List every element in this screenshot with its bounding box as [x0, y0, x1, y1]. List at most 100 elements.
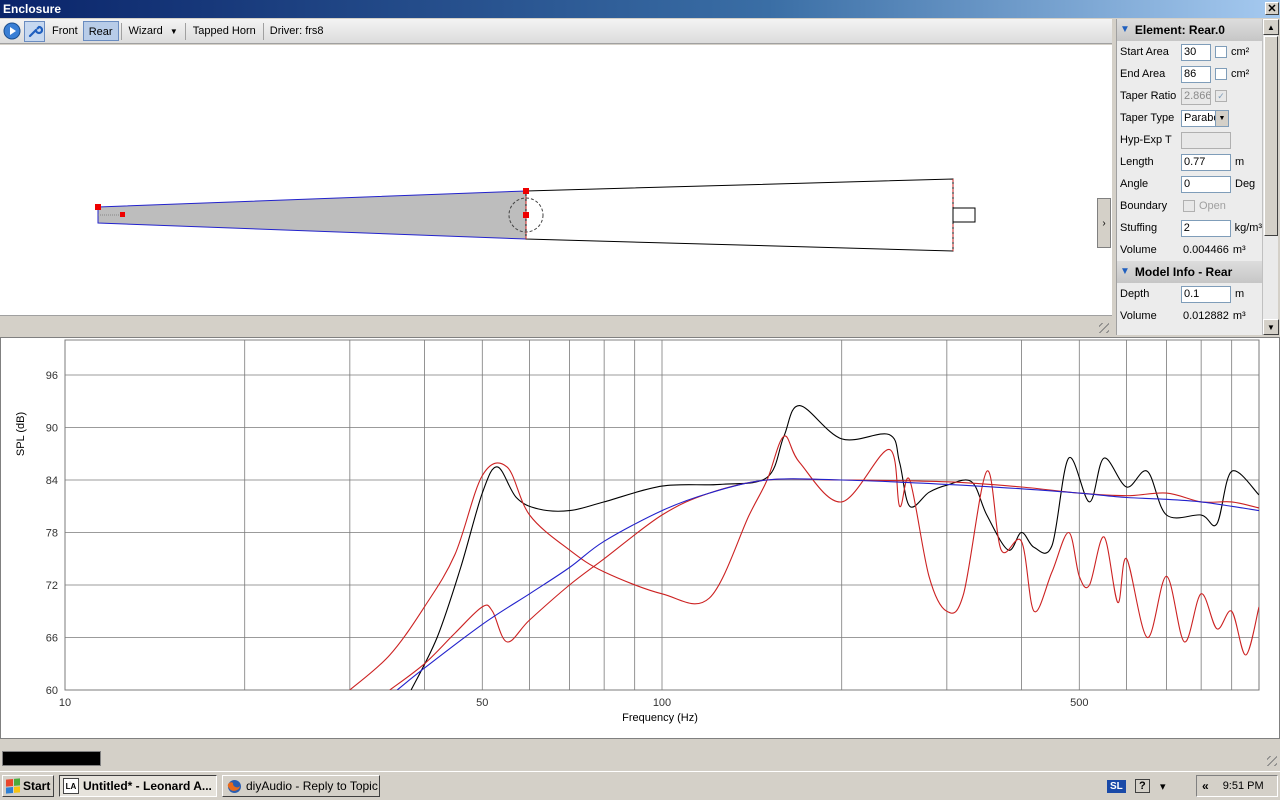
panel-splitter[interactable] — [0, 315, 1112, 335]
tray-expand-icon[interactable]: « — [1197, 779, 1217, 793]
port-stub — [952, 207, 976, 223]
taskbar-item-label: Untitled* - Leonard A... — [83, 779, 212, 793]
taskbar-item-label: diyAudio - Reply to Topic... — [246, 779, 380, 793]
x-tick-label: 50 — [476, 697, 488, 709]
play-icon[interactable] — [1, 21, 22, 42]
chevron-down-icon[interactable]: ▼ — [1215, 110, 1228, 126]
angle-input[interactable]: 0 — [1181, 175, 1231, 193]
end-center-handle[interactable] — [523, 212, 529, 218]
tapped-horn-button[interactable]: Tapped Horn — [188, 21, 261, 41]
start-area-checkbox[interactable] — [1215, 46, 1227, 58]
model-volume-row: Volume 0.012882 m³ — [1117, 305, 1262, 327]
close-icon[interactable]: ✕ — [1265, 2, 1279, 15]
collapse-triangle-icon: ▼ — [1120, 24, 1130, 35]
y-tick-label: 90 — [46, 423, 58, 435]
taper-type-select[interactable]: Parabolic ▼ — [1181, 109, 1229, 127]
status-bar — [0, 748, 1280, 770]
wizard-dropdown[interactable]: Wizard ▼ — [124, 21, 183, 41]
start-area-input[interactable]: 30 — [1181, 43, 1211, 61]
front-button[interactable]: Front — [47, 21, 83, 41]
stuffing-input[interactable]: 2 — [1180, 219, 1231, 237]
end-area-unit: cm² — [1231, 68, 1250, 80]
spl-chart: 6066727884909610 50 100 500 Frequency (Hz) … — [15, 339, 1260, 724]
scroll-down-icon[interactable]: ▼ — [1263, 319, 1279, 335]
start-area-row: Start Area 30 cm² — [1117, 41, 1262, 63]
collapse-panel-tab[interactable]: › — [1097, 198, 1111, 248]
stuffing-row: Stuffing 2 kg/m³ — [1117, 217, 1262, 239]
y-tick-label: 60 — [46, 685, 58, 697]
wrench-icon[interactable] — [24, 20, 45, 42]
progress-bar — [2, 751, 101, 766]
system-tray: « 9:51 PM — [1196, 775, 1278, 797]
x-tick-label: 10 — [59, 697, 71, 709]
chevron-down-icon: ▼ — [169, 27, 178, 36]
depth-label: Depth — [1120, 288, 1150, 300]
clock: 9:51 PM — [1222, 780, 1264, 792]
x-tick-label: 500 — [1070, 697, 1088, 709]
element-header-title: Element: Rear.0 — [1134, 23, 1225, 37]
spl-chart-panel[interactable]: 60 66 72 78 84 90 96 10 50 100 500 Frequency (Hz) … — [0, 337, 1280, 739]
rear-button[interactable]: Rear — [82, 21, 119, 41]
end-area-label: End Area — [1120, 68, 1166, 80]
resize-grip-icon[interactable] — [1099, 323, 1109, 333]
depth-input[interactable]: 0.1 — [1181, 285, 1231, 303]
boundary-checkbox — [1183, 200, 1195, 212]
tray-network[interactable]: ▾ — [1160, 775, 1176, 797]
volume-label: Volume — [1120, 244, 1157, 256]
depth-row: Depth 0.1 m — [1117, 283, 1262, 305]
taper-ratio-row: Taper Ratio 2.866 ✓ — [1117, 85, 1262, 107]
length-input[interactable]: 0.77 — [1181, 153, 1231, 171]
enclosure-diagram[interactable]: › — [0, 45, 1112, 315]
toolbar-separator — [262, 22, 264, 40]
scroll-up-icon[interactable]: ▲ — [1263, 19, 1279, 35]
hyp-exp-input — [1181, 131, 1231, 149]
y-tick-label: 72 — [46, 580, 58, 592]
start-area-unit: cm² — [1231, 46, 1250, 58]
depth-unit: m — [1235, 288, 1245, 300]
toolbar-separator — [184, 22, 186, 40]
model-volume-label: Volume — [1120, 310, 1157, 322]
start-button[interactable]: Start — [2, 775, 54, 797]
tray-language[interactable]: SL — [1107, 775, 1129, 797]
start-handle[interactable] — [95, 204, 101, 210]
volume-value: 0.004466 — [1183, 244, 1229, 256]
taskbar-item-leonard-audio[interactable]: LA Untitled* - Leonard A... — [59, 775, 217, 797]
model-header-title: Model Info - Rear — [1134, 265, 1233, 279]
x-tick-label: 100 — [653, 697, 671, 709]
model-volume-value: 0.012882 — [1183, 310, 1229, 322]
rear-element-1[interactable] — [525, 178, 954, 252]
window-title: Enclosure — [3, 2, 62, 16]
model-section-header[interactable]: ▼ Model Info - Rear — [1117, 261, 1262, 283]
taskbar: Start LA Untitled* - Leonard A... diyAud… — [0, 771, 1280, 800]
help-icon[interactable]: ? — [1135, 779, 1150, 793]
angle-label: Angle — [1120, 178, 1149, 190]
angle-unit: Deg — [1235, 178, 1256, 190]
tray-help[interactable]: ? — [1135, 775, 1155, 797]
hyp-exp-row: Hyp-Exp T — [1117, 129, 1262, 151]
y-tick-label: 66 — [46, 633, 58, 645]
volume-unit: m³ — [1232, 244, 1246, 256]
taper-type-row: Taper Type Parabolic ▼ — [1117, 107, 1262, 129]
properties-scrollbar[interactable]: ▲ ▼ — [1262, 19, 1279, 335]
network-icon[interactable]: ▾ — [1160, 780, 1166, 793]
driver-handle[interactable] — [120, 212, 125, 217]
x-axis-label: Frequency (Hz) — [622, 712, 698, 724]
end-top-handle[interactable] — [523, 188, 529, 194]
properties-panel: ▼ Element: Rear.0 Start Area 30 cm² End … — [1116, 19, 1262, 335]
rear-element-0[interactable] — [97, 190, 527, 240]
taskbar-item-firefox[interactable]: diyAudio - Reply to Topic... — [222, 775, 380, 797]
end-area-checkbox[interactable] — [1215, 68, 1227, 80]
toolbar-separator — [120, 22, 122, 40]
hyp-exp-label: Hyp-Exp T — [1120, 134, 1172, 146]
taper-ratio-input: 2.866 — [1181, 87, 1211, 105]
end-area-input[interactable]: 86 — [1181, 65, 1211, 83]
horn-drawing — [95, 178, 976, 252]
length-unit: m — [1235, 156, 1245, 168]
scroll-thumb[interactable] — [1264, 36, 1278, 236]
enclosure-toolbar: Front Rear Wizard ▼ Tapped Horn Driver: … — [0, 19, 1112, 44]
element-section-header[interactable]: ▼ Element: Rear.0 — [1117, 19, 1262, 41]
y-axis-label: SPL (dB) — [15, 412, 27, 456]
stuffing-unit: kg/m³ — [1234, 222, 1262, 234]
language-indicator[interactable]: SL — [1107, 779, 1126, 793]
resize-grip-icon[interactable] — [1267, 756, 1277, 766]
